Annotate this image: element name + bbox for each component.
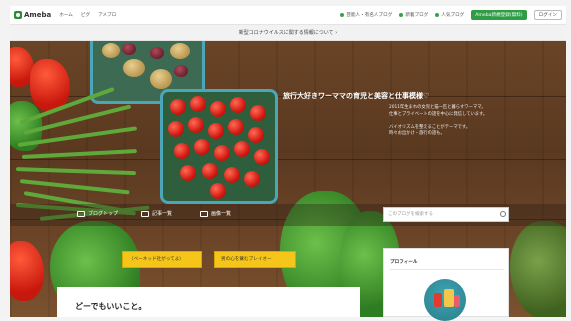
celebrity-blog-link[interactable]: 芸能人・有名人ブログ — [340, 12, 392, 18]
red-potato — [122, 43, 136, 55]
popular-blog-link[interactable]: 人気ブログ — [435, 12, 464, 18]
red-onion — [10, 241, 44, 301]
avatar-item — [434, 293, 442, 307]
leafy-greens — [510, 221, 566, 317]
reader-button[interactable]: 男の心を鷲むブレイオー — [214, 251, 296, 268]
celebrity-blog-label: 芸能人・有名人ブログ — [346, 13, 393, 18]
blog-top-label: ブログトップ — [88, 211, 119, 217]
potato — [123, 59, 145, 77]
follow-button[interactable]: 〈ベーネッド社がってよ〉 — [122, 251, 202, 268]
potato — [102, 43, 120, 58]
tomato — [190, 96, 206, 112]
login-button[interactable]: ログイン — [533, 10, 562, 20]
search-icon[interactable] — [500, 211, 506, 217]
green-bean — [21, 148, 137, 159]
blog-top-tab[interactable]: ブログトップ — [77, 210, 118, 217]
tomato — [224, 167, 240, 183]
blog-search-input[interactable]: このブログを検索する — [383, 207, 509, 222]
nav-ameblo[interactable]: アメブロ — [98, 12, 116, 18]
potato — [150, 69, 172, 89]
popular-blog-label: 人気ブログ — [441, 13, 465, 18]
header-nav: ホーム ピグ アメブロ — [59, 12, 116, 18]
divider — [390, 269, 504, 270]
new-blog-label: 新着ブログ — [405, 13, 429, 18]
dot-icon — [399, 13, 404, 17]
header-right: 芸能人・有名人ブログ 新着ブログ 人気ブログ Ameba新規登録(無料) ログイ… — [340, 10, 562, 20]
tomato — [168, 121, 184, 137]
tomato — [228, 119, 244, 135]
tomato — [244, 171, 260, 187]
covid-notice-bar[interactable]: 新型コロナウイルスに関する情報について › — [10, 25, 566, 41]
nav-pigg[interactable]: ピグ — [81, 12, 90, 18]
avatar-item — [454, 295, 460, 307]
tomato — [188, 117, 204, 133]
image-list-tab[interactable]: 画像一覧 — [200, 210, 231, 217]
wood-plank-line — [10, 159, 566, 160]
list-icon — [141, 210, 149, 217]
article-title[interactable]: どーでもいいこと。 — [75, 301, 146, 312]
browser-frame: Ameba ホーム ピグ アメブロ 芸能人・有名人ブログ 新着ブログ 人気ブログ… — [0, 0, 571, 321]
red-potato — [150, 47, 164, 59]
profile-heading: プロフィール — [390, 260, 418, 265]
tomato — [180, 165, 196, 181]
dot-icon — [435, 13, 440, 17]
camera-icon — [200, 210, 208, 217]
nav-home[interactable]: ホーム — [59, 12, 73, 18]
article-card: どーでもいいこと。 — [57, 287, 360, 317]
logo-text: Ameba — [24, 11, 52, 19]
tomato — [254, 149, 270, 165]
article-list-label: 記事一覧 — [152, 211, 173, 217]
tomato — [230, 97, 246, 113]
tomato — [210, 101, 226, 117]
new-blog-link[interactable]: 新着ブログ — [399, 12, 428, 18]
signup-button[interactable]: Ameba新規登録(無料) — [471, 10, 527, 20]
blog-title[interactable]: 旅行大好きワーママの育児と美容と仕事模様♡ — [283, 91, 429, 101]
search-placeholder: このブログを検索する — [388, 212, 433, 217]
article-list-tab[interactable]: 記事一覧 — [141, 210, 172, 217]
green-bean — [15, 167, 136, 176]
profile-card: プロフィール — [383, 248, 509, 321]
tomato — [214, 145, 230, 161]
tomato — [170, 99, 186, 115]
tomato — [174, 143, 190, 159]
tomato — [234, 141, 250, 157]
tomato — [208, 123, 224, 139]
avatar[interactable] — [424, 279, 466, 321]
ameba-logo-icon — [14, 11, 22, 19]
red-pepper — [30, 59, 70, 111]
dot-icon — [340, 13, 345, 17]
ameba-header: Ameba ホーム ピグ アメブロ 芸能人・有名人ブログ 新着ブログ 人気ブログ… — [10, 6, 566, 25]
tomato — [202, 163, 218, 179]
tomato — [210, 183, 226, 199]
image-list-label: 画像一覧 — [211, 211, 232, 217]
tomato — [250, 105, 266, 121]
red-potato — [174, 65, 188, 77]
tomato — [248, 127, 264, 143]
ameba-logo[interactable]: Ameba — [14, 11, 51, 19]
avatar-item — [444, 289, 454, 307]
blog-description-line: 時々お出かけ・旅行の話も。 — [389, 131, 445, 136]
blog-description: 2011年生まれの女児と猫一匹と暮らすワーママ。 仕事とプライベートの話を中心に… — [389, 105, 539, 138]
tomato — [194, 139, 210, 155]
potato — [170, 43, 190, 59]
blog-top-icon — [77, 210, 85, 217]
